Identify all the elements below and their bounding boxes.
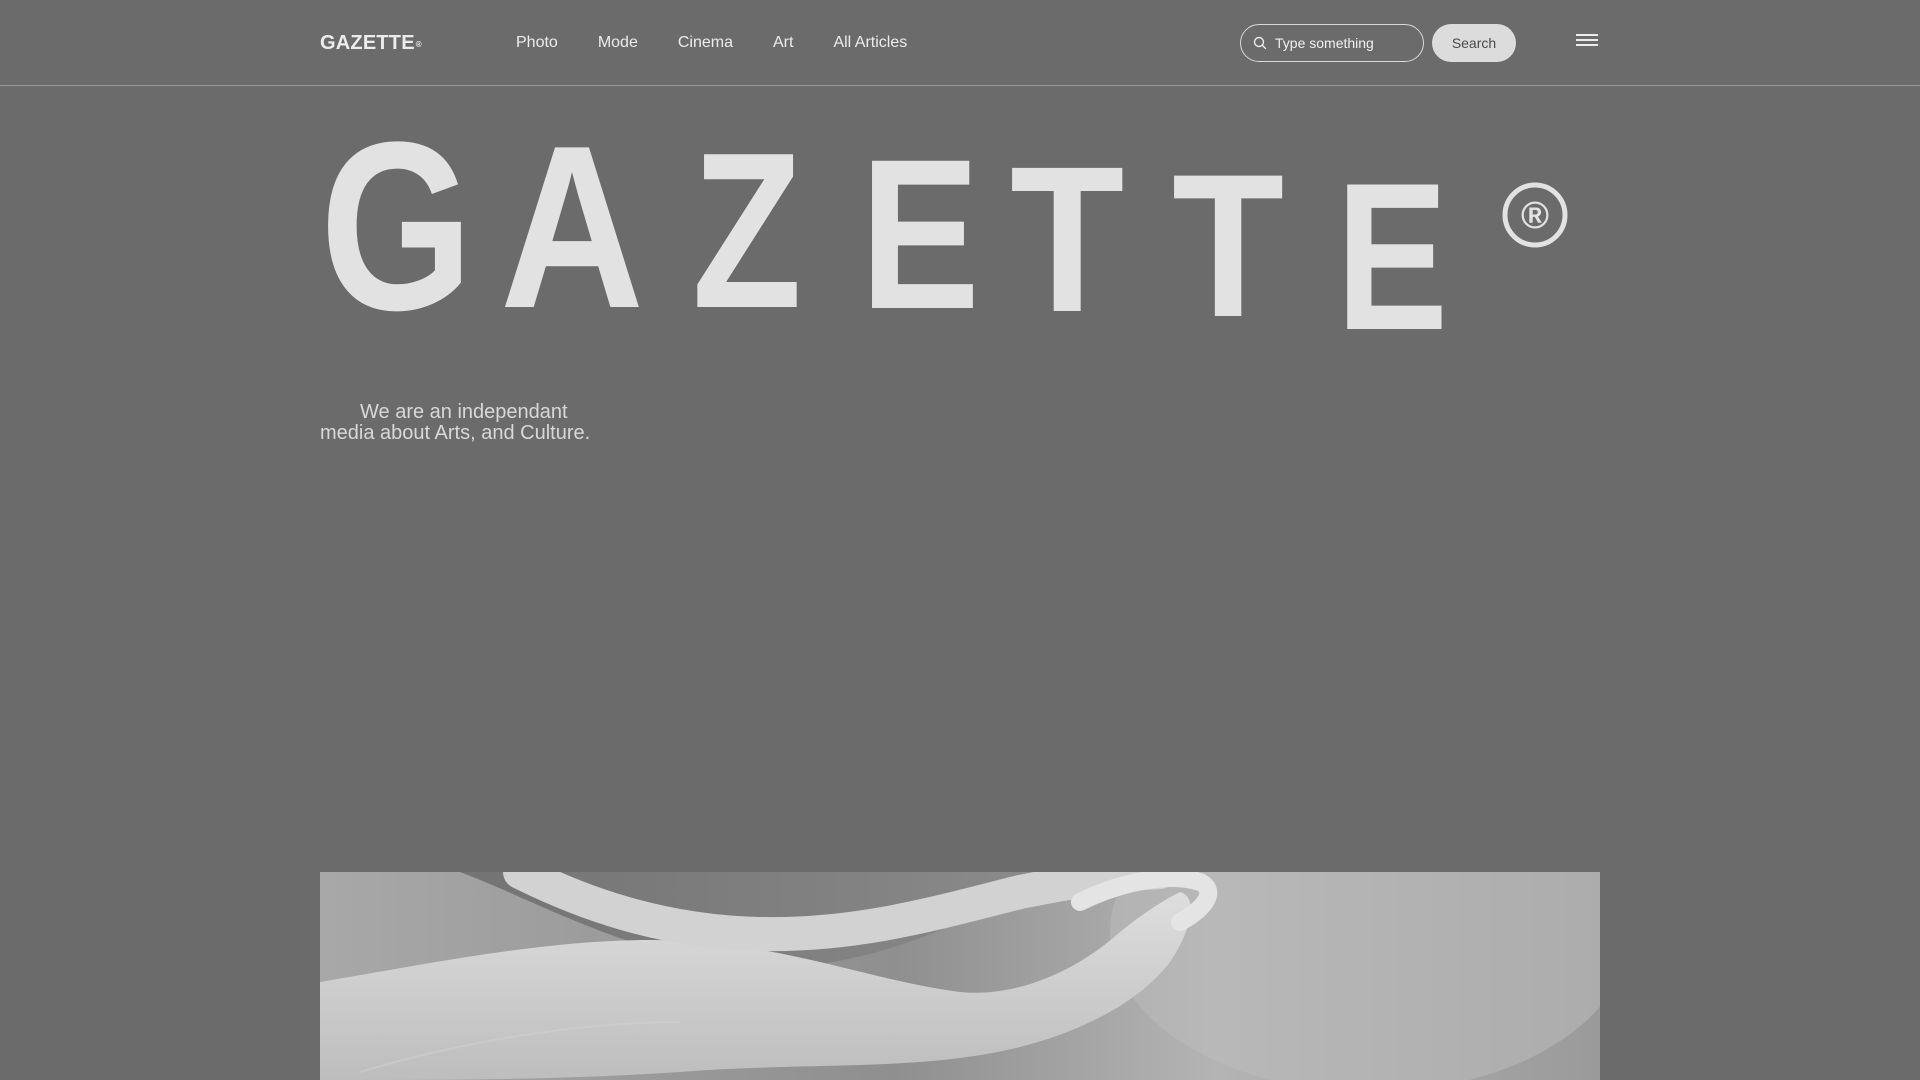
svg-text:®: ®	[1521, 195, 1549, 237]
hero-wordmark: G A Z E T T E	[320, 106, 1600, 374]
hero-tagline: We are an independant media about Arts, …	[320, 401, 591, 444]
nav-link-cinema[interactable]: Cinema	[678, 31, 733, 55]
hero-letter-e: E	[1336, 139, 1449, 374]
site-logo[interactable]: GAZETTE®	[320, 31, 422, 55]
site-logo-text: GAZETTE	[320, 32, 415, 54]
search-box	[1240, 24, 1424, 62]
site-logo-mark: ®	[415, 40, 422, 49]
hero-letter-g: G	[320, 92, 474, 360]
main-nav: Photo Mode Cinema Art All Articles	[516, 31, 947, 55]
nav-link-all-articles[interactable]: All Articles	[833, 31, 907, 55]
search-icon	[1253, 36, 1267, 50]
search-button[interactable]: Search	[1432, 24, 1516, 62]
site-header: GAZETTE® Photo Mode Cinema Art All Artic…	[0, 0, 1920, 86]
nav-link-art[interactable]: Art	[773, 31, 793, 55]
hero-letter-t: T	[1172, 132, 1285, 360]
hero-image-sculpture	[320, 872, 1600, 1080]
hero-letter-e: E	[860, 115, 980, 354]
nav-link-photo[interactable]: Photo	[516, 31, 558, 55]
hero-letter-a: A	[500, 98, 645, 357]
hero-letter-z: Z	[692, 107, 802, 355]
hero-letter-t: T	[1010, 124, 1125, 356]
search-input[interactable]	[1275, 35, 1415, 51]
registered-mark: ®	[1502, 182, 1568, 248]
hamburger-menu-icon[interactable]	[1576, 34, 1598, 52]
nav-link-mode[interactable]: Mode	[598, 31, 638, 55]
